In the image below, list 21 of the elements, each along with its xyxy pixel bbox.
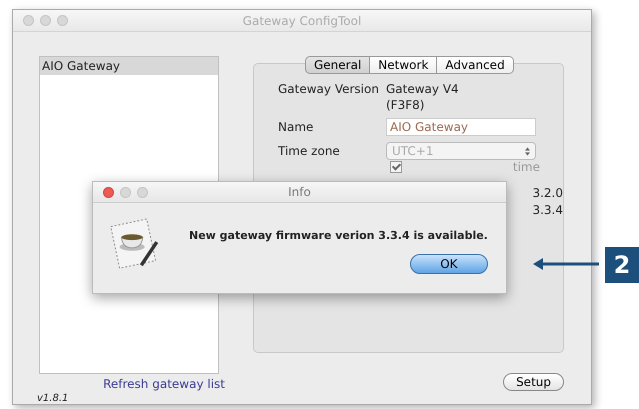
field-label: Gateway Version	[278, 82, 380, 96]
version-value: Gateway V4	[386, 82, 460, 96]
version-label: v1.8.1	[37, 393, 70, 404]
version-value: 3.3.4	[532, 203, 563, 217]
version-code: (F3F8)	[386, 98, 426, 112]
refresh-link[interactable]: Refresh gateway list	[103, 377, 225, 391]
field-label: Name	[278, 120, 314, 134]
tab[interactable]: Advanced	[437, 56, 514, 74]
field-label: Time zone	[278, 144, 341, 158]
tab[interactable]: General	[305, 56, 370, 74]
checkbox-label: time	[512, 160, 540, 174]
tab[interactable]: Network	[370, 56, 438, 74]
version-value: 3.2.0	[532, 186, 563, 200]
dialog-title: Info	[288, 185, 311, 199]
setup-button[interactable]: Setup	[503, 373, 564, 391]
ok-button[interactable]: OK	[410, 254, 488, 274]
callout-number: 2	[605, 247, 639, 283]
dialog-message: New gateway firmware verion 3.3.4 is available.	[189, 229, 488, 242]
list-item[interactable]: AIO Gateway	[40, 57, 218, 75]
name-field[interactable]: AIO Gateway	[386, 118, 536, 136]
window-title: Gateway ConfigTool	[242, 14, 362, 28]
